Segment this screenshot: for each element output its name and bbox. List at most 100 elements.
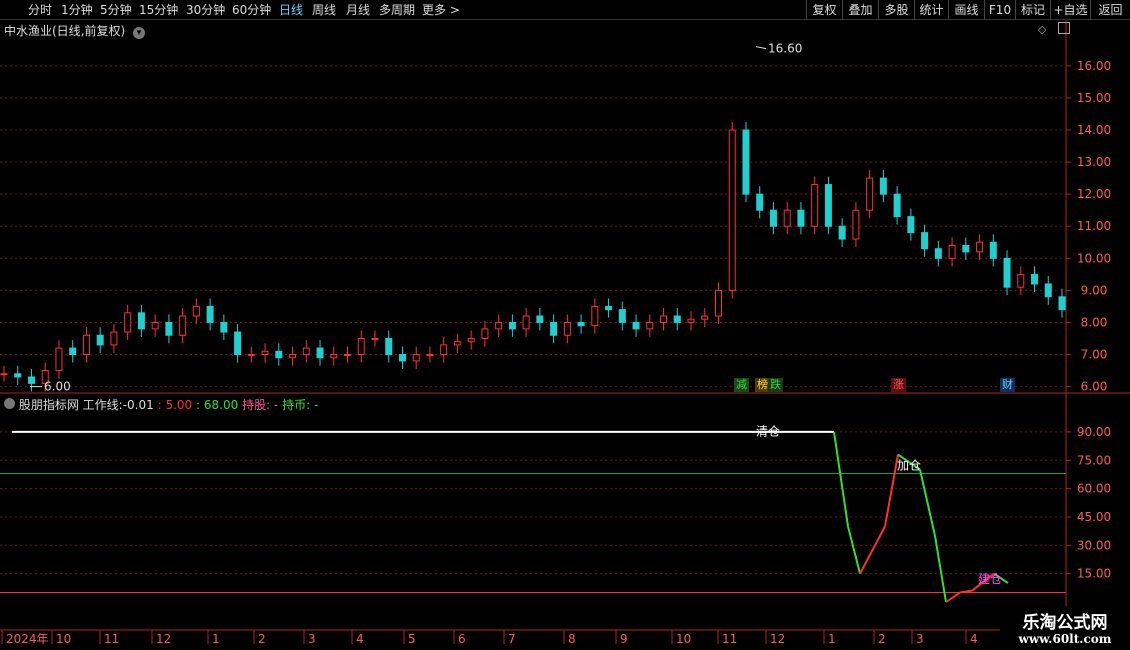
period-tab[interactable]: 多周期 (379, 2, 415, 18)
time-label: 11 (104, 632, 119, 646)
high-marker-line (755, 46, 767, 50)
event-badge[interactable]: 跌 (768, 378, 783, 392)
candle-body (921, 232, 929, 250)
time-label: 3 (916, 632, 924, 646)
period-tab[interactable]: 30分钟 (186, 2, 225, 18)
candle-body (412, 354, 420, 362)
time-label: 3 (308, 632, 316, 646)
indicator-level-label: 60.00 (1077, 482, 1111, 496)
annotation-add: 加仓 (897, 459, 921, 473)
candle-body (1017, 273, 1025, 288)
event-badge[interactable]: 涨 (891, 378, 906, 392)
candle-body (426, 354, 434, 357)
candle-body (797, 209, 805, 227)
price-label: 15.00 (1077, 91, 1111, 105)
toolbar-button[interactable]: F10 (984, 0, 1015, 20)
period-tab[interactable]: 15分钟 (139, 2, 178, 18)
time-label: 2024年 (6, 632, 49, 646)
indicator-title: 股朋指标网 工作线:-0.01 : 5.00 : 68.00 持股: - 持币:… (4, 396, 318, 413)
candle-body (577, 321, 585, 327)
period-tab[interactable]: 月线 (346, 2, 370, 18)
price-label: 12.00 (1077, 187, 1111, 201)
candle-body (27, 376, 35, 384)
period-tab[interactable]: 60分钟 (232, 2, 271, 18)
candle-body (385, 337, 393, 356)
candle-body (550, 321, 558, 336)
candle-body (893, 193, 901, 218)
price-label: 6.00 (1081, 380, 1108, 394)
period-tab[interactable]: 日线 (279, 2, 303, 18)
diamond-icon[interactable]: ◇ (1038, 23, 1046, 36)
candle-body (838, 225, 846, 240)
candle-body (852, 209, 860, 240)
toolbar-button[interactable]: 多股 (878, 0, 914, 20)
candle-body (0, 373, 8, 376)
chevron-down-icon[interactable]: ▾ (133, 27, 146, 39)
candle-body (371, 337, 379, 340)
period-tab[interactable]: 更多 > (422, 2, 460, 18)
candle-body (811, 184, 819, 227)
candle-body (756, 193, 764, 211)
worker-line-label: 工作线: (82, 398, 123, 412)
event-badge[interactable]: 财 (1000, 378, 1015, 392)
time-label: 1 (212, 632, 220, 646)
candle-body (440, 344, 448, 356)
hold-label: 持股: - (242, 398, 279, 412)
time-label: 10 (56, 632, 71, 646)
chevron-down-icon[interactable] (4, 398, 15, 409)
toolbar-button[interactable]: +自选 (1050, 0, 1090, 20)
annotation-clear: 清仓 (756, 425, 780, 439)
high-marker-label: 16.60 (768, 42, 802, 56)
candle-body (907, 216, 915, 234)
candle-body (124, 312, 132, 333)
period-tab[interactable]: 周线 (312, 2, 336, 18)
watermark-title: 乐淘公式网 (1022, 613, 1108, 633)
period-tab[interactable]: 5分钟 (100, 2, 132, 18)
candle-body (234, 331, 242, 356)
time-label: 12 (770, 632, 785, 646)
candle-body (179, 315, 187, 336)
candle-body (110, 331, 118, 346)
toolbar-button[interactable]: 叠加 (842, 0, 878, 20)
indicator-segment (833, 431, 849, 527)
candle-body (453, 341, 461, 346)
candle-body (769, 209, 777, 227)
price-label: 9.00 (1081, 283, 1108, 297)
candle-body (302, 347, 310, 356)
event-badge[interactable]: 减 (734, 378, 749, 392)
candle-body (618, 309, 626, 323)
candle-body (357, 337, 365, 356)
candle-body (783, 209, 791, 227)
candle-body (714, 289, 722, 317)
coin-label: 持币: - (282, 398, 319, 412)
low-marker-label: 6.00 (44, 380, 71, 394)
toolbar-button[interactable]: 返回 (1090, 0, 1130, 20)
toolbar-button[interactable]: 统计 (914, 0, 948, 20)
candle-body (330, 354, 338, 359)
candle-body (660, 315, 668, 323)
indicator-level-label: 15.00 (1077, 567, 1111, 581)
time-label: 7 (508, 632, 516, 646)
period-tab[interactable]: 1分钟 (61, 2, 93, 18)
candle-body (1058, 296, 1066, 311)
indicator-name: 股朋指标网 (18, 398, 79, 412)
indicator-segment (847, 526, 861, 574)
time-label: 8 (568, 632, 576, 646)
candle-body (673, 315, 681, 323)
price-label: 13.00 (1077, 155, 1111, 169)
toolbar-button[interactable]: 画线 (948, 0, 984, 20)
candle-body (962, 244, 970, 253)
maximize-icon[interactable] (1058, 22, 1070, 34)
time-label: 11 (722, 632, 737, 646)
candle-body (1003, 257, 1011, 288)
candle-body (976, 241, 984, 253)
toolbar-button[interactable]: 标记 (1015, 0, 1050, 20)
price-label: 8.00 (1081, 315, 1108, 329)
time-label: 4 (970, 632, 978, 646)
candle-body (96, 334, 104, 346)
toolbar-button[interactable]: 复权 (806, 0, 842, 20)
period-tab[interactable]: 分时 (28, 2, 52, 18)
toolbar: 分时 1分钟 5分钟 15分钟 30分钟 60分钟 日线 周线 月线 多周期 更多 > 复权 叠加 多股… (0, 0, 1130, 20)
indicator-level-label: 90.00 (1077, 425, 1111, 439)
chart-area[interactable]: 16.0015.0014.0013.0012.0011.0010.009.008… (0, 20, 1130, 650)
